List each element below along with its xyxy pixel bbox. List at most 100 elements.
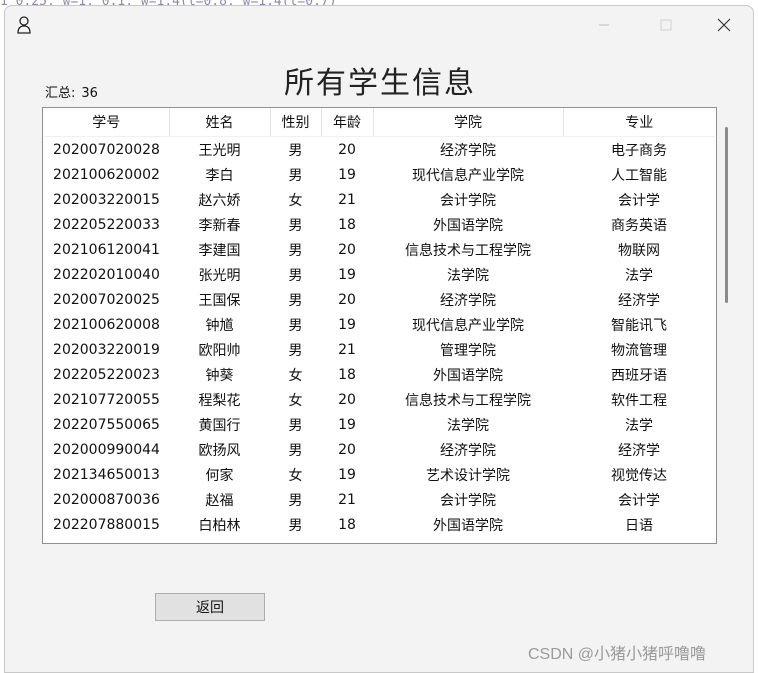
- table-cell: 信息技术与工程学院: [405, 392, 531, 409]
- table-cell: 钟葵: [205, 367, 234, 384]
- table-cell: 物流管理: [611, 342, 667, 359]
- table-row[interactable]: 202000990044 欧扬风 男 20 经济学院 经济学: [44, 437, 715, 462]
- table-cell: 202007020025: [53, 291, 160, 308]
- table-cell: 202100620008: [53, 316, 160, 333]
- table-row[interactable]: 202207880015 白柏林 男 18 外国语学院 日语: [44, 512, 715, 537]
- table-row[interactable]: 202007020025 王国保 男 20 经济学院 经济学: [44, 287, 715, 312]
- table-cell: 经济学院: [440, 142, 496, 159]
- table-row[interactable]: 202100620002 李白 男 19 现代信息产业学院 人工智能: [44, 162, 715, 187]
- table-cell: 赵六娇: [198, 192, 241, 209]
- table-cell: 女: [288, 367, 303, 384]
- table-cell: 西班牙语: [611, 367, 667, 384]
- table-cell: 智能讯飞: [611, 317, 667, 334]
- column-header[interactable]: 性别: [270, 108, 322, 137]
- table-row[interactable]: 202134650013 何家 女 19 艺术设计学院 视觉传达: [44, 462, 715, 487]
- table-cell: 女: [288, 467, 303, 484]
- table-cell: 经济学院: [440, 292, 496, 309]
- table-cell: 21: [338, 191, 356, 208]
- close-icon: [717, 18, 731, 32]
- summary: 汇总: 36: [45, 82, 98, 101]
- table-row[interactable]: 202205220033 李新春 男 18 外国语学院 商务英语: [44, 212, 715, 237]
- table-cell: 18: [338, 216, 356, 233]
- table-cell: 会计学院: [440, 492, 496, 509]
- table-cell: 白柏林: [198, 517, 241, 534]
- student-info-window: 所有学生信息 汇总: 36 学号 姓名 性别 年龄 学院 专业 202007020…: [4, 5, 754, 673]
- table-cell: 视觉传达: [611, 467, 667, 484]
- column-header[interactable]: 学院: [373, 108, 564, 137]
- summary-label: 汇总:: [45, 86, 76, 101]
- column-header[interactable]: 专业: [563, 108, 715, 137]
- minimize-button[interactable]: [581, 10, 627, 40]
- table-cell: 202205220023: [53, 366, 160, 383]
- back-button[interactable]: 返回: [155, 593, 265, 621]
- table-cell: 法学院: [447, 267, 489, 284]
- table-cell: 男: [288, 217, 303, 234]
- table-cell: 19: [338, 416, 356, 433]
- table-cell: 男: [288, 142, 303, 159]
- table-cell: 202207550065: [53, 416, 160, 433]
- table-cell: 19: [338, 166, 356, 183]
- table-cell: 外国语学院: [433, 217, 503, 234]
- table-header-row: 学号 姓名 性别 年龄 学院 专业: [44, 108, 715, 137]
- table-row[interactable]: 202100620008 钟馗 男 19 现代信息产业学院 智能讯飞: [44, 312, 715, 337]
- table-cell: 信息技术与工程学院: [405, 242, 531, 259]
- table-cell: 男: [288, 267, 303, 284]
- table-cell: 21: [338, 491, 356, 508]
- student-table[interactable]: 学号 姓名 性别 年龄 学院 专业 202007020028 王光明男 20 经济学院…: [42, 107, 717, 544]
- maximize-button[interactable]: [643, 10, 689, 40]
- table-cell: 男: [288, 517, 303, 534]
- table-row[interactable]: 202003220019 欧阳帅 男 21 管理学院 物流管理: [44, 337, 715, 362]
- table-cell: 法学: [625, 267, 653, 284]
- table-cell: 21: [338, 341, 356, 358]
- table-cell: 人工智能: [611, 167, 667, 184]
- column-header[interactable]: 年龄: [321, 108, 374, 137]
- table-cell: 钟馗: [205, 317, 234, 334]
- table-cell: 李建国: [198, 242, 241, 259]
- table-cell: 欧阳帅: [198, 342, 241, 359]
- table-cell: 男: [288, 442, 303, 459]
- app-icon: [16, 15, 32, 35]
- table-cell: 欧扬风: [198, 442, 241, 459]
- table-cell: 18: [338, 516, 356, 533]
- table-cell: 202134650013: [53, 466, 160, 483]
- table-row[interactable]: 202007020028 王光明 男 20 经济学院 电子商务: [44, 137, 715, 163]
- table-cell: 女: [288, 392, 303, 409]
- table-cell: 20: [338, 291, 356, 308]
- table-cell: 女: [288, 192, 303, 209]
- vertical-scrollbar[interactable]: [725, 127, 728, 303]
- table-row[interactable]: 202205220023 钟葵 女 18 外国语学院 西班牙语: [44, 362, 715, 387]
- title-bar[interactable]: [5, 6, 753, 44]
- table-cell: 202106120041: [53, 241, 160, 258]
- column-header[interactable]: 学号: [44, 108, 170, 137]
- column-header[interactable]: 姓名: [169, 108, 271, 137]
- table-cell: 202003220015: [53, 191, 160, 208]
- table-cell: 管理学院: [440, 342, 496, 359]
- table-row[interactable]: 202207550065 黄国行 男 19 法学院 法学: [44, 412, 715, 437]
- table-cell: 202007020028: [53, 141, 160, 158]
- watermark: CSDN @小猪小猪呼噜噜: [528, 646, 707, 663]
- page-title: 所有学生信息: [284, 66, 476, 101]
- table-row[interactable]: 202106120041 李建国 男 20 信息技术与工程学院 物联网: [44, 237, 715, 262]
- table-cell: 男: [288, 167, 303, 184]
- table-cell: 经济学: [618, 292, 660, 309]
- table-row[interactable]: 202000870036 赵福 男 21 会计学院 会计学: [44, 487, 715, 512]
- table-cell: 19: [338, 266, 356, 283]
- table-cell: 20: [338, 391, 356, 408]
- table-cell: 软件工程: [611, 392, 667, 409]
- table-cell: 202100620002: [53, 166, 160, 183]
- table-cell: 李白: [205, 167, 234, 184]
- table-cell: 艺术设计学院: [426, 467, 510, 484]
- table-cell: 程梨花: [198, 392, 241, 409]
- table-cell: 经济学: [618, 442, 660, 459]
- table-cell: 男: [288, 417, 303, 434]
- table-cell: 经济学院: [440, 442, 496, 459]
- close-button[interactable]: [701, 10, 747, 40]
- table-row[interactable]: 202202010040 张光明 男 19 法学院 法学: [44, 262, 715, 287]
- table-row[interactable]: 202003220015 赵六娇 女 21 会计学院 会计学: [44, 187, 715, 212]
- table-cell: 202107720055: [53, 391, 160, 408]
- table-row[interactable]: 202107720055 程梨花 女 20 信息技术与工程学院 软件工程: [44, 387, 715, 412]
- table-cell: 会计学: [618, 192, 660, 209]
- table-cell: 20: [338, 441, 356, 458]
- table-cell: 19: [338, 466, 356, 483]
- table-cell: 外国语学院: [433, 517, 503, 534]
